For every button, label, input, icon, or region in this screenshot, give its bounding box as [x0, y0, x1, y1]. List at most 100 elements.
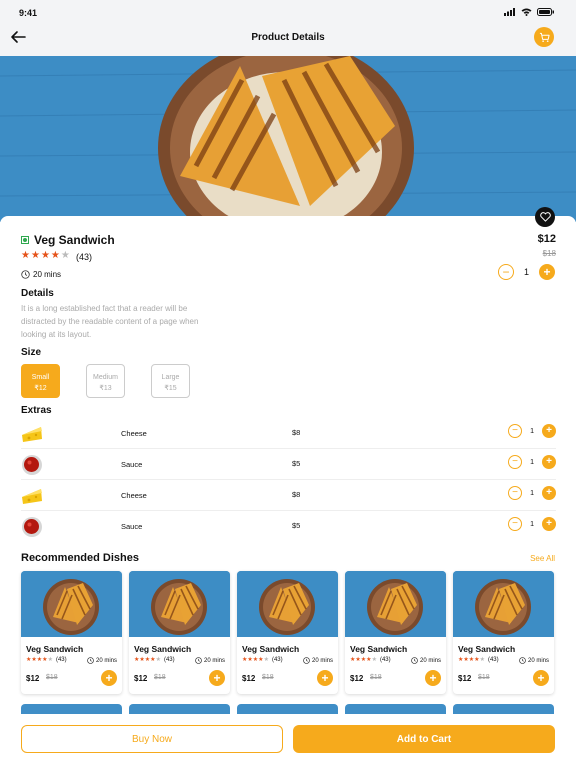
signal-icon — [504, 8, 515, 16]
star-icon: ★ — [40, 250, 50, 261]
wifi-icon — [521, 8, 532, 16]
extra-item: Cheese $8 − 1 + — [21, 480, 556, 511]
recommended-card-price: $12 — [26, 674, 40, 683]
extra-decrease-button[interactable]: − — [508, 486, 523, 500]
recommended-card-rating-count: (43) — [271, 657, 283, 663]
buy-now-button[interactable]: Buy Now — [21, 725, 283, 753]
recommended-card-rating: ★ ★ ★ ★ ★ (43) — [134, 657, 175, 663]
extra-name: Cheese — [121, 491, 147, 500]
battery-icon — [537, 8, 554, 16]
prep-time: 20 mins — [21, 270, 61, 279]
cheese-icon — [22, 427, 42, 442]
top-bar: Product Details — [0, 24, 576, 56]
recommended-card-time: 20 mins — [303, 657, 333, 664]
add-to-cart-button[interactable]: Add to Cart — [293, 725, 555, 753]
clock-icon — [411, 657, 418, 664]
star-icon: ★ — [30, 250, 40, 261]
extra-quantity: 1 — [530, 458, 534, 466]
recommended-card-rating-count: (43) — [163, 657, 175, 663]
status-time: 9:41 — [19, 8, 38, 18]
extras-heading: Extras — [21, 405, 52, 416]
extra-name: Cheese — [121, 429, 147, 438]
recommended-add-button[interactable]: + — [101, 670, 117, 686]
recommended-add-button[interactable]: + — [209, 670, 225, 686]
product-rating-stars: ★ ★ ★ ★ ★ — [21, 251, 70, 261]
recommended-card-time-label: 20 mins — [419, 657, 441, 664]
recommended-card[interactable]: Veg Sandwich ★ ★ ★ ★ ★ (43) 20 mins $12 $18 + — [345, 571, 446, 694]
recommended-card-rating: ★ ★ ★ ★ ★ (43) — [242, 657, 283, 663]
recommended-card-time: 20 mins — [195, 657, 225, 664]
size-label: Small — [31, 374, 50, 381]
extra-increase-button[interactable]: + — [542, 517, 556, 531]
recommended-card[interactable]: Veg Sandwich ★ ★ ★ ★ ★ (43) 20 mins $12 $18 + — [453, 571, 554, 694]
extra-decrease-button[interactable]: − — [508, 517, 523, 531]
recommended-card-image — [345, 571, 446, 637]
recommended-card[interactable]: Veg Sandwich ★ ★ ★ ★ ★ (43) 20 mins $12 $18 + — [129, 571, 230, 694]
star-empty-icon: ★ — [47, 657, 53, 663]
veg-icon — [21, 236, 29, 244]
recommended-card-rating: ★ ★ ★ ★ ★ (43) — [350, 657, 391, 663]
recommended-card-rating: ★ ★ ★ ★ ★ (43) — [458, 657, 499, 663]
extra-increase-button[interactable]: + — [542, 486, 556, 500]
product-old-price: $18 — [542, 249, 556, 258]
recommended-add-button[interactable]: + — [425, 670, 441, 686]
recommended-add-button[interactable]: + — [317, 670, 333, 686]
size-heading: Size — [21, 347, 42, 358]
size-option-large[interactable]: Large ₹15 — [151, 364, 190, 398]
star-icon: ★ — [21, 250, 30, 261]
favorite-button[interactable] — [535, 207, 555, 227]
recommended-card-rating-count: (43) — [55, 657, 67, 663]
extra-price: $8 — [292, 490, 301, 499]
recommended-card-price: $12 — [350, 674, 364, 683]
product-name: Veg Sandwich — [34, 233, 115, 247]
extra-price: $8 — [292, 428, 301, 437]
recommended-card-image — [129, 571, 230, 637]
extra-increase-button[interactable]: + — [542, 424, 556, 438]
clock-icon — [303, 657, 310, 664]
size-price: ₹13 — [99, 385, 112, 392]
see-all-link[interactable]: See All — [530, 554, 555, 563]
recommended-card[interactable]: Veg Sandwich ★ ★ ★ ★ ★ (43) 20 mins $12 $18 + — [21, 571, 122, 694]
clock-icon — [87, 657, 94, 664]
star-empty-icon: ★ — [60, 250, 70, 261]
recommended-card-rating: ★ ★ ★ ★ ★ (43) — [26, 657, 67, 663]
extra-name: Sauce — [121, 460, 143, 469]
clock-icon — [195, 657, 202, 664]
quantity-stepper: − 1 + — [497, 264, 555, 280]
size-option-medium[interactable]: Medium ₹13 — [86, 364, 125, 398]
extras-list: Cheese $8 − 1 + Sauce $5 − 1 + Cheese $8… — [21, 418, 556, 542]
heart-icon — [539, 212, 551, 222]
extra-price: $5 — [292, 459, 301, 468]
recommended-card-time: 20 mins — [519, 657, 549, 664]
size-option-small[interactable]: Small ₹12 — [21, 364, 60, 398]
prep-time-label: 20 mins — [33, 270, 62, 279]
recommended-card-image — [21, 571, 122, 637]
recommended-card-image — [453, 571, 554, 637]
cart-button[interactable] — [534, 27, 554, 47]
increase-quantity-button[interactable]: + — [539, 264, 555, 280]
recommended-card-time: 20 mins — [411, 657, 441, 664]
size-price: ₹12 — [34, 385, 47, 392]
star-icon: ★ — [50, 250, 60, 261]
decrease-quantity-button[interactable]: − — [497, 264, 514, 280]
recommended-card-time-label: 20 mins — [311, 657, 333, 664]
recommended-add-button[interactable]: + — [533, 670, 549, 686]
details-heading: Details — [21, 288, 54, 299]
recommended-card-old-price: $18 — [154, 674, 166, 681]
extra-item: Cheese $8 − 1 + — [21, 418, 556, 449]
star-empty-icon: ★ — [263, 657, 269, 663]
recommended-card-name: Veg Sandwich — [134, 644, 192, 654]
extra-quantity-stepper: − 1 + — [508, 486, 556, 500]
extra-decrease-button[interactable]: − — [508, 455, 523, 469]
recommended-card[interactable]: Veg Sandwich ★ ★ ★ ★ ★ (43) 20 mins $12 $18 + — [237, 571, 338, 694]
recommended-card-old-price: $18 — [370, 674, 382, 681]
clock-icon — [21, 270, 30, 279]
status-icons — [504, 8, 554, 16]
extra-decrease-button[interactable]: − — [508, 424, 523, 438]
extra-increase-button[interactable]: + — [542, 455, 556, 469]
size-label: Large — [161, 374, 180, 381]
recommended-heading: Recommended Dishes — [21, 552, 139, 564]
recommended-card-price: $12 — [134, 674, 148, 683]
quantity-value: 1 — [523, 267, 529, 277]
star-empty-icon: ★ — [371, 657, 377, 663]
